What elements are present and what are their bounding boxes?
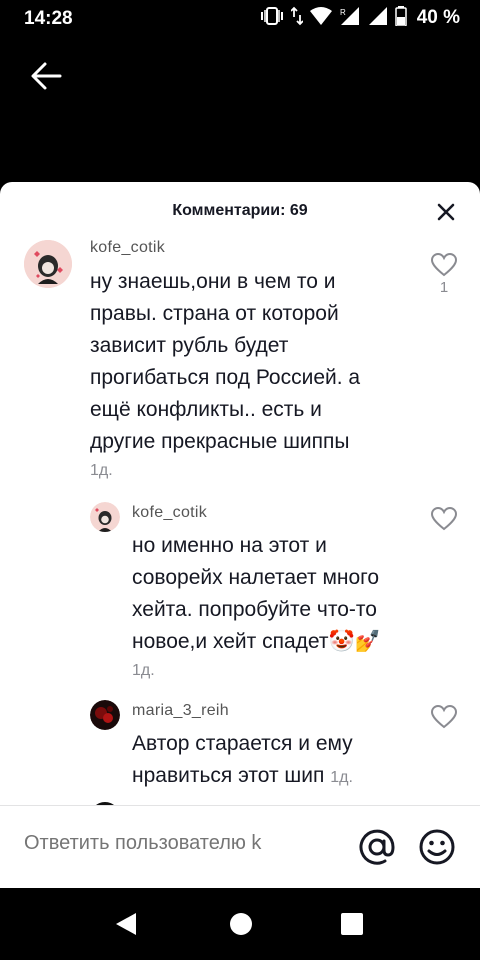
reply-item: maria_3_reih Автор старается и ему нрави… bbox=[0, 700, 480, 800]
emoji-button[interactable] bbox=[418, 828, 456, 866]
battery-percent: 40 % bbox=[416, 7, 460, 28]
comment-text: Автор старается и ему нравиться этот шип… bbox=[132, 728, 432, 794]
comment-item: kofe_cotik ну знаешь,они в чем то и прав… bbox=[0, 240, 480, 490]
comment-line: ну знаешь,они в чем то и bbox=[90, 270, 336, 293]
comment-username[interactable]: kofe_cotik bbox=[132, 504, 207, 522]
status-icons: R 40 % bbox=[259, 5, 460, 31]
heart-icon bbox=[430, 506, 458, 531]
comment-line-text: нравиться этот шип bbox=[132, 764, 325, 787]
signal-icon bbox=[367, 6, 389, 31]
data-arrows-icon bbox=[290, 6, 304, 31]
comment-line: Автор старается и ему bbox=[132, 732, 353, 755]
circle-home-icon bbox=[230, 913, 252, 935]
comment-username[interactable]: kofe_cotik bbox=[90, 240, 165, 257]
mention-button[interactable] bbox=[358, 828, 396, 866]
svg-text:R: R bbox=[340, 8, 346, 17]
heart-icon bbox=[430, 704, 458, 729]
comment-line: зависит рубль будет bbox=[90, 334, 289, 357]
comment-time: 1д. bbox=[90, 462, 113, 479]
comment-line: соворейх налетает много bbox=[132, 566, 380, 589]
avatar[interactable] bbox=[90, 700, 120, 730]
like-button[interactable] bbox=[430, 704, 458, 735]
avatar[interactable] bbox=[90, 502, 120, 532]
status-bar: 14:28 R 40 % bbox=[0, 0, 480, 38]
back-arrow-icon bbox=[31, 62, 62, 90]
comment-line: новое,и хейт спадет🤡💅 bbox=[132, 630, 381, 653]
reply-input[interactable] bbox=[24, 832, 300, 855]
reply-item: kofe_cotik но именно на этот и соворейх … bbox=[0, 502, 480, 692]
smiley-icon bbox=[419, 829, 455, 865]
comment-line: прогибаться под Россией. а bbox=[90, 366, 361, 389]
comment-text: но именно на этот и соворейх налетает мн… bbox=[132, 530, 432, 658]
comment-time: 1д. bbox=[330, 769, 353, 786]
back-button[interactable] bbox=[28, 58, 64, 94]
comment-line: хейта. попробуйте что-то bbox=[132, 598, 377, 621]
heart-icon bbox=[430, 252, 458, 277]
vibrate-icon bbox=[259, 6, 285, 31]
like-button[interactable] bbox=[430, 506, 458, 537]
comment-username[interactable]: maria_3_reih bbox=[132, 702, 229, 720]
status-time: 14:28 bbox=[24, 8, 73, 29]
signal-icon: R bbox=[339, 6, 361, 31]
close-button[interactable] bbox=[436, 202, 456, 222]
nav-home-button[interactable] bbox=[227, 910, 255, 938]
sheet-header: Комментарии: 69 bbox=[0, 182, 480, 240]
comment-time: 1д. bbox=[132, 662, 155, 679]
comments-sheet: Комментарии: 69 kofe_cotik ну знаешь,они… bbox=[0, 182, 480, 888]
wifi-icon bbox=[309, 6, 333, 31]
square-recents-icon bbox=[341, 913, 363, 935]
like-count: 1 bbox=[439, 279, 449, 296]
comments-title: Комментарии: 69 bbox=[172, 202, 308, 219]
comment-line: правы. страна от которой bbox=[90, 302, 339, 325]
comments-list[interactable]: kofe_cotik ну знаешь,они в чем то и прав… bbox=[0, 240, 480, 805]
system-nav-bar bbox=[0, 888, 480, 960]
nav-recents-button[interactable] bbox=[338, 910, 366, 938]
avatar[interactable] bbox=[24, 240, 72, 288]
triangle-back-icon bbox=[116, 913, 136, 935]
battery-icon bbox=[394, 5, 407, 31]
comment-line: нравиться этот шип 1д. bbox=[132, 760, 432, 794]
comment-text: ну знаешь,они в чем то и правы. страна о… bbox=[90, 266, 410, 458]
comment-line: ещё конфликты.. есть и bbox=[90, 398, 322, 421]
reply-bar bbox=[0, 806, 480, 888]
comment-line: другие прекрасные шиппы bbox=[90, 430, 350, 453]
comment-line: но именно на этот и bbox=[132, 534, 327, 557]
nav-back-button[interactable] bbox=[112, 910, 140, 938]
close-icon bbox=[437, 203, 455, 221]
at-sign-icon bbox=[359, 829, 395, 865]
